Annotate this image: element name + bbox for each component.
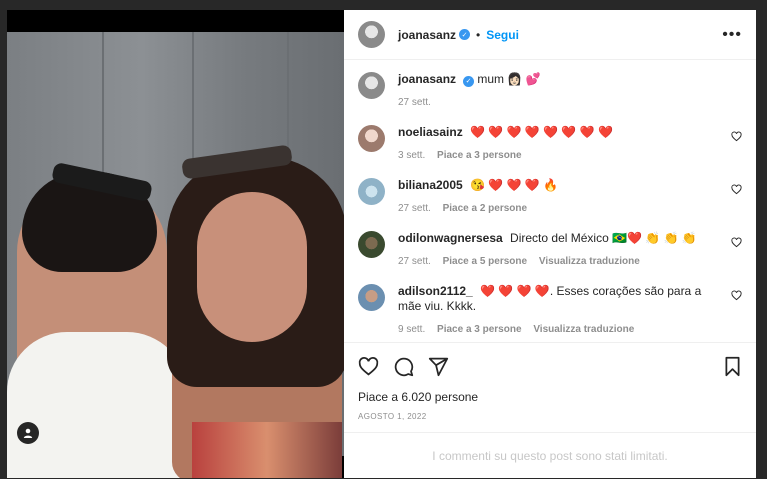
comment-time[interactable]: 27 sett. [398,203,431,214]
post-media [7,10,344,478]
like-comment-icon[interactable] [731,184,742,195]
more-options-icon[interactable]: ••• [722,26,742,44]
post-photo[interactable] [7,32,344,478]
comment-time[interactable]: 27 sett. [398,256,431,267]
caption: joanasanz ✓ mum 👩🏻 💕 27 sett. [358,72,742,108]
comment-time[interactable]: 9 sett. [398,324,425,335]
translate-link[interactable]: Visualizza traduzione [539,256,640,267]
comment-time[interactable]: 3 sett. [398,150,425,161]
comment-item: biliana2005 😘 ❤️ ❤️ ❤️ 🔥 27 sett. Piace … [358,178,742,214]
author-avatar[interactable] [358,21,385,48]
comment-text: 😘 ❤️ ❤️ ❤️ 🔥 [470,178,559,192]
comment-likes[interactable]: Piace a 5 persone [443,256,528,267]
user-icon [23,428,33,438]
comment-username[interactable]: odilonwagnersesa [398,231,503,245]
share-paper-plane-icon[interactable] [428,356,449,377]
like-heart-icon[interactable] [358,356,379,377]
comment-likes[interactable]: Piace a 2 persone [443,203,528,214]
bookmark-icon[interactable] [723,356,742,377]
translate-link[interactable]: Visualizza traduzione [533,324,634,335]
caption-username[interactable]: joanasanz [398,72,456,86]
verified-badge-icon: ✓ [463,76,475,87]
post-actions: Piace a 6.020 persone AGOSTO 1, 2022 [344,342,756,421]
commenter-avatar[interactable] [358,284,385,311]
caption-time[interactable]: 27 sett. [398,97,431,108]
comment-username[interactable]: adilson2112_ [398,284,473,298]
author-username[interactable]: joanasanz [398,28,456,42]
follow-button[interactable]: Segui [486,28,519,42]
post-header: joanasanz ✓ • Segui ••• [344,10,756,60]
comment-item: noeliasainz ❤️ ❤️ ❤️ ❤️ ❤️ ❤️ ❤️ ❤️ 3 se… [358,125,742,161]
photo-person-right [167,157,344,478]
comments-limited-notice: I commenti su questo post sono stati lim… [344,432,756,478]
tagged-users-button[interactable] [17,422,39,444]
commenter-avatar[interactable] [358,178,385,205]
commenter-avatar[interactable] [358,231,385,258]
comment-item: odilonwagnersesa Directo del México 🇧🇷❤️… [358,231,742,267]
comment-bubble-icon[interactable] [393,356,414,377]
comment-likes[interactable]: Piace a 3 persone [437,324,522,335]
comment-username[interactable]: biliana2005 [398,178,463,192]
like-comment-icon[interactable] [731,290,742,301]
author-avatar[interactable] [358,72,385,99]
like-comment-icon[interactable] [731,131,742,142]
like-comment-icon[interactable] [731,237,742,248]
separator-dot: • [476,27,481,42]
post-date[interactable]: AGOSTO 1, 2022 [358,412,742,421]
comment-text: ❤️ ❤️ ❤️ ❤️ ❤️ ❤️ ❤️ ❤️ [470,125,613,139]
post-sidebar: joanasanz ✓ • Segui ••• joanasanz ✓ mum 👩… [344,10,756,478]
commenter-avatar[interactable] [358,125,385,152]
comment-item: adilson2112_ ❤️ ❤️ ❤️ ❤️. Esses corações… [358,284,742,335]
verified-badge-icon: ✓ [459,29,471,40]
caption-text: mum 👩🏻 💕 [477,72,541,86]
comment-likes[interactable]: Piace a 3 persone [437,150,522,161]
comment-text: Directo del México 🇧🇷❤️ 👏 👏 👏 [510,231,697,245]
comment-username[interactable]: noeliasainz [398,125,463,139]
photo-person-left [7,172,187,478]
comments-list[interactable]: joanasanz ✓ mum 👩🏻 💕 27 sett. noeliasainz… [344,60,756,342]
likes-count[interactable]: Piace a 6.020 persone [358,390,742,404]
post-modal: joanasanz ✓ • Segui ••• joanasanz ✓ mum 👩… [7,10,756,478]
